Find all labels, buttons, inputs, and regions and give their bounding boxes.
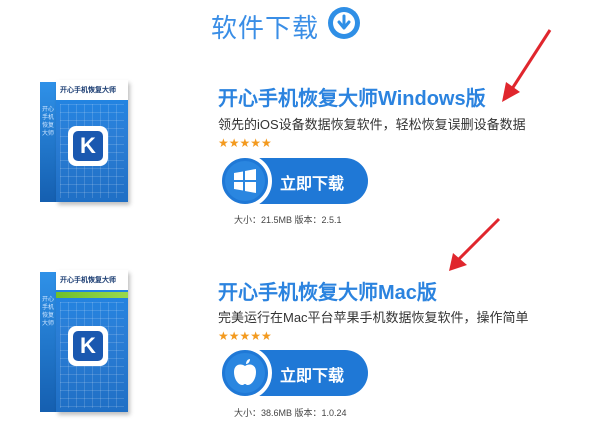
box-product-name: 开心手机恢复大师 (60, 86, 116, 94)
box-top-band: 开心手机恢复大师 (56, 80, 128, 100)
file-meta-mac: 大小：38.6MB 版本：1.0.24 (234, 408, 347, 418)
apple-icon (218, 346, 272, 400)
red-arrow-pointer (449, 217, 501, 271)
windows-icon (218, 154, 272, 208)
product-box-windows: 开心手机恢复大师 开心手机恢复大师 K (40, 80, 130, 206)
k-logo-icon: K (68, 126, 108, 166)
file-meta-windows: 大小：21.5MB 版本：2.5.1 (234, 215, 342, 225)
box-side-text: 开心手机恢复大师 (42, 106, 55, 137)
box-product-name: 开心手机恢复大师 (60, 276, 116, 284)
download-circle-icon (328, 7, 360, 39)
product-description-windows: 领先的iOS设备数据恢复软件，轻松恢复误删设备数据 (218, 117, 526, 132)
product-description-mac: 完美运行在Mac平台苹果手机数据恢复软件，操作简单 (218, 310, 529, 325)
box-top-band: 开心手机恢复大师 (56, 270, 128, 290)
product-box-mac: 开心手机恢复大师 开心手机恢复大师 K (40, 270, 130, 416)
box-side-text: 开心手机恢复大师 (42, 296, 55, 327)
download-button-windows[interactable]: 立即下载 (218, 154, 368, 208)
red-arrow-pointer (502, 29, 552, 102)
box-side: 开心手机恢复大师 (40, 272, 56, 412)
rating-stars: ★★★★★ (218, 136, 272, 150)
box-green-stripe (56, 292, 128, 298)
section-title: 软件下载 (211, 14, 320, 44)
download-button-label: 立即下载 (280, 176, 345, 193)
k-logo-icon: K (68, 326, 108, 366)
rating-stars: ★★★★★ (218, 329, 272, 343)
product-title-mac[interactable]: 开心手机恢复大师Mac版 (218, 276, 437, 305)
download-button-mac[interactable]: 立即下载 (218, 346, 368, 400)
box-side: 开心手机恢复大师 (40, 82, 56, 202)
download-button-label: 立即下载 (280, 368, 345, 385)
product-title-windows[interactable]: 开心手机恢复大师Windows版 (218, 82, 486, 111)
